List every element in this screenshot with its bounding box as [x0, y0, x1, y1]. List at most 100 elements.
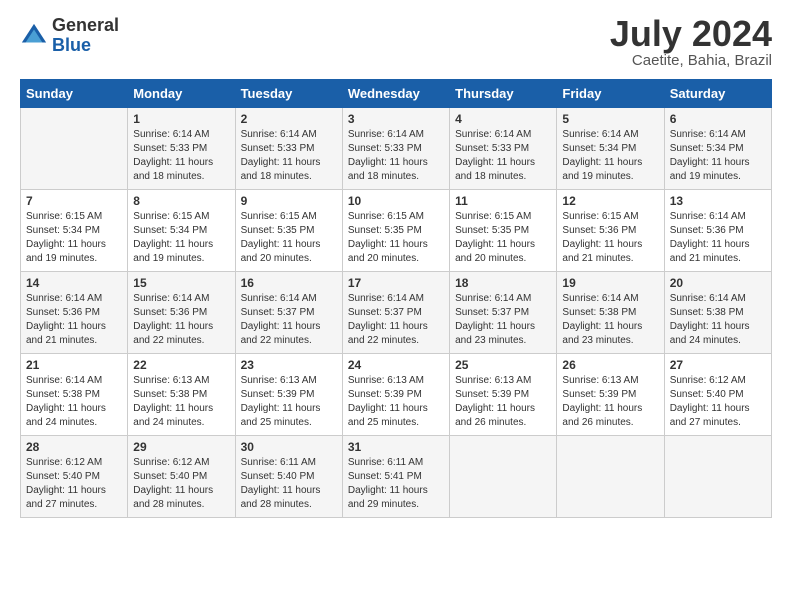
- calendar-cell: 23Sunrise: 6:13 AMSunset: 5:39 PMDayligh…: [235, 354, 342, 436]
- cell-info: Sunrise: 6:14 AMSunset: 5:33 PMDaylight:…: [241, 128, 337, 184]
- weekday-header-wednesday: Wednesday: [342, 80, 449, 108]
- cell-info: Sunrise: 6:11 AMSunset: 5:41 PMDaylight:…: [348, 456, 444, 512]
- calendar-cell: 17Sunrise: 6:14 AMSunset: 5:37 PMDayligh…: [342, 272, 449, 354]
- calendar-cell: 3 Sunrise: 6:14 AMSunset: 5:33 PMDaylight…: [342, 108, 449, 190]
- calendar-cell: 11 Sunrise: 6:15 AMSunset: 5:35 PMDayligh…: [450, 190, 557, 272]
- calendar-cell: 2 Sunrise: 6:14 AMSunset: 5:33 PMDaylight…: [235, 108, 342, 190]
- weekday-header-sunday: Sunday: [21, 80, 128, 108]
- day-number: 12: [562, 194, 658, 208]
- day-number: 28: [26, 440, 122, 454]
- day-number: 31: [348, 440, 444, 454]
- cell-info: Sunrise: 6:13 AMSunset: 5:39 PMDaylight:…: [455, 374, 551, 430]
- weekday-header-saturday: Saturday: [664, 80, 771, 108]
- week-row-3: 14Sunrise: 6:14 AMSunset: 5:36 PMDayligh…: [21, 272, 772, 354]
- week-row-5: 28 Sunrise: 6:12 AMSunset: 5:40 PMDayligh…: [21, 436, 772, 518]
- week-row-1: 1 Sunrise: 6:14 AMSunset: 5:33 PMDaylight…: [21, 108, 772, 190]
- calendar-cell: 18 Sunrise: 6:14 AMSunset: 5:37 PMDayligh…: [450, 272, 557, 354]
- cell-info: Sunrise: 6:15 AMSunset: 5:34 PMDaylight:…: [133, 210, 229, 266]
- calendar-cell: 26Sunrise: 6:13 AMSunset: 5:39 PMDayligh…: [557, 354, 664, 436]
- logo-text: General Blue: [52, 16, 119, 56]
- cell-info: Sunrise: 6:14 AMSunset: 5:33 PMDaylight:…: [455, 128, 551, 184]
- day-number: 23: [241, 358, 337, 372]
- calendar-cell: 16Sunrise: 6:14 AMSunset: 5:37 PMDayligh…: [235, 272, 342, 354]
- cell-info: Sunrise: 6:14 AMSunset: 5:38 PMDaylight:…: [562, 292, 658, 348]
- calendar-cell: 10 Sunrise: 6:15 AMSunset: 5:35 PMDayligh…: [342, 190, 449, 272]
- weekday-header-row: SundayMondayTuesdayWednesdayThursdayFrid…: [21, 80, 772, 108]
- calendar-cell: 8 Sunrise: 6:15 AMSunset: 5:34 PMDaylight…: [128, 190, 235, 272]
- day-number: 16: [241, 276, 337, 290]
- cell-info: Sunrise: 6:14 AMSunset: 5:36 PMDaylight:…: [670, 210, 766, 266]
- day-number: 7: [26, 194, 122, 208]
- day-number: 4: [455, 112, 551, 126]
- calendar-cell: 29 Sunrise: 6:12 AMSunset: 5:40 PMDayligh…: [128, 436, 235, 518]
- calendar-cell: 9Sunrise: 6:15 AMSunset: 5:35 PMDaylight…: [235, 190, 342, 272]
- day-number: 19: [562, 276, 658, 290]
- calendar-cell: [21, 108, 128, 190]
- day-number: 18: [455, 276, 551, 290]
- cell-info: Sunrise: 6:14 AMSunset: 5:38 PMDaylight:…: [26, 374, 122, 430]
- logo-general-text: General: [52, 16, 119, 36]
- calendar-cell: [450, 436, 557, 518]
- day-number: 20: [670, 276, 766, 290]
- day-number: 17: [348, 276, 444, 290]
- day-number: 6: [670, 112, 766, 126]
- calendar-cell: [557, 436, 664, 518]
- day-number: 1: [133, 112, 229, 126]
- day-number: 11: [455, 194, 551, 208]
- calendar-cell: 1 Sunrise: 6:14 AMSunset: 5:33 PMDaylight…: [128, 108, 235, 190]
- month-title: July 2024: [610, 16, 772, 52]
- calendar-cell: 22Sunrise: 6:13 AMSunset: 5:38 PMDayligh…: [128, 354, 235, 436]
- cell-info: Sunrise: 6:14 AMSunset: 5:37 PMDaylight:…: [455, 292, 551, 348]
- day-number: 10: [348, 194, 444, 208]
- logo-blue-text: Blue: [52, 36, 119, 56]
- day-number: 26: [562, 358, 658, 372]
- cell-info: Sunrise: 6:14 AMSunset: 5:33 PMDaylight:…: [348, 128, 444, 184]
- day-number: 8: [133, 194, 229, 208]
- cell-info: Sunrise: 6:15 AMSunset: 5:35 PMDaylight:…: [348, 210, 444, 266]
- calendar-cell: 27Sunrise: 6:12 AMSunset: 5:40 PMDayligh…: [664, 354, 771, 436]
- cell-info: Sunrise: 6:14 AMSunset: 5:38 PMDaylight:…: [670, 292, 766, 348]
- week-row-4: 21 Sunrise: 6:14 AMSunset: 5:38 PMDayligh…: [21, 354, 772, 436]
- calendar-cell: 19 Sunrise: 6:14 AMSunset: 5:38 PMDayligh…: [557, 272, 664, 354]
- day-number: 29: [133, 440, 229, 454]
- calendar-cell: 24 Sunrise: 6:13 AMSunset: 5:39 PMDayligh…: [342, 354, 449, 436]
- day-number: 13: [670, 194, 766, 208]
- calendar-cell: 21 Sunrise: 6:14 AMSunset: 5:38 PMDayligh…: [21, 354, 128, 436]
- cell-info: Sunrise: 6:12 AMSunset: 5:40 PMDaylight:…: [26, 456, 122, 512]
- cell-info: Sunrise: 6:14 AMSunset: 5:34 PMDaylight:…: [562, 128, 658, 184]
- weekday-header-friday: Friday: [557, 80, 664, 108]
- day-number: 21: [26, 358, 122, 372]
- header: General Blue July 2024 Caetite, Bahia, B…: [20, 16, 772, 69]
- cell-info: Sunrise: 6:14 AMSunset: 5:36 PMDaylight:…: [26, 292, 122, 348]
- cell-info: Sunrise: 6:12 AMSunset: 5:40 PMDaylight:…: [133, 456, 229, 512]
- weekday-header-monday: Monday: [128, 80, 235, 108]
- day-number: 30: [241, 440, 337, 454]
- cell-info: Sunrise: 6:13 AMSunset: 5:39 PMDaylight:…: [348, 374, 444, 430]
- calendar-cell: 6 Sunrise: 6:14 AMSunset: 5:34 PMDaylight…: [664, 108, 771, 190]
- day-number: 3: [348, 112, 444, 126]
- calendar-cell: 28 Sunrise: 6:12 AMSunset: 5:40 PMDayligh…: [21, 436, 128, 518]
- day-number: 27: [670, 358, 766, 372]
- weekday-header-tuesday: Tuesday: [235, 80, 342, 108]
- calendar-cell: 30Sunrise: 6:11 AMSunset: 5:40 PMDayligh…: [235, 436, 342, 518]
- calendar-cell: 13 Sunrise: 6:14 AMSunset: 5:36 PMDayligh…: [664, 190, 771, 272]
- calendar-cell: [664, 436, 771, 518]
- title-block: July 2024 Caetite, Bahia, Brazil: [610, 16, 772, 69]
- day-number: 2: [241, 112, 337, 126]
- logo-icon: [20, 22, 48, 50]
- calendar-cell: 20 Sunrise: 6:14 AMSunset: 5:38 PMDayligh…: [664, 272, 771, 354]
- cell-info: Sunrise: 6:14 AMSunset: 5:33 PMDaylight:…: [133, 128, 229, 184]
- location: Caetite, Bahia, Brazil: [610, 52, 772, 69]
- calendar-table: SundayMondayTuesdayWednesdayThursdayFrid…: [20, 79, 772, 518]
- cell-info: Sunrise: 6:14 AMSunset: 5:36 PMDaylight:…: [133, 292, 229, 348]
- cell-info: Sunrise: 6:14 AMSunset: 5:34 PMDaylight:…: [670, 128, 766, 184]
- logo: General Blue: [20, 16, 119, 56]
- calendar-cell: 12Sunrise: 6:15 AMSunset: 5:36 PMDayligh…: [557, 190, 664, 272]
- day-number: 5: [562, 112, 658, 126]
- calendar-cell: 15Sunrise: 6:14 AMSunset: 5:36 PMDayligh…: [128, 272, 235, 354]
- cell-info: Sunrise: 6:15 AMSunset: 5:35 PMDaylight:…: [455, 210, 551, 266]
- calendar-cell: 5 Sunrise: 6:14 AMSunset: 5:34 PMDaylight…: [557, 108, 664, 190]
- week-row-2: 7 Sunrise: 6:15 AMSunset: 5:34 PMDaylight…: [21, 190, 772, 272]
- calendar-page: General Blue July 2024 Caetite, Bahia, B…: [0, 0, 792, 528]
- day-number: 24: [348, 358, 444, 372]
